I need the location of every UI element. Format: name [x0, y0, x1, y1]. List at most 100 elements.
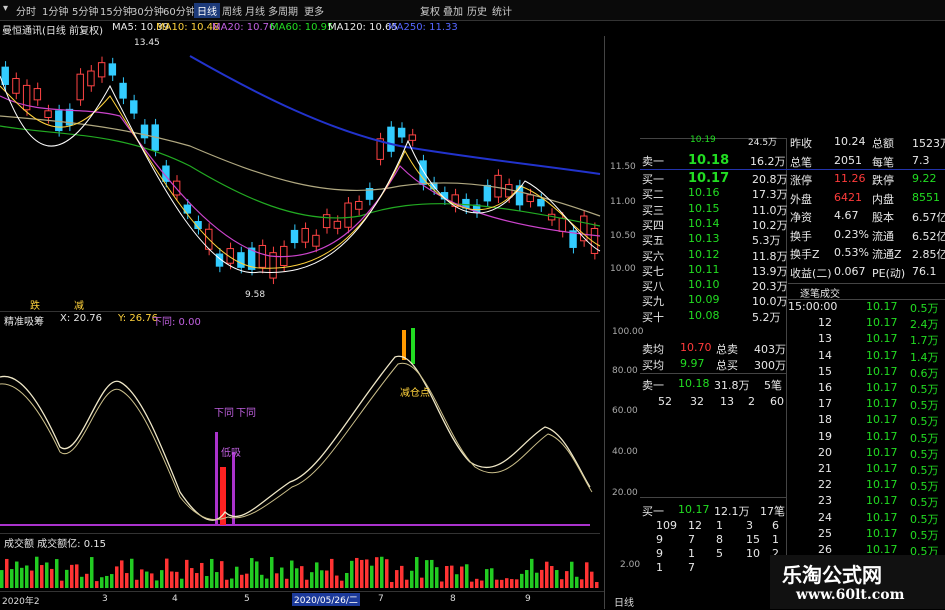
tick-header[interactable]: 逐笔成交: [788, 283, 945, 300]
volume-bar: [435, 567, 439, 588]
period-tab-60m[interactable]: 60分钟: [163, 3, 196, 18]
indicator-chart[interactable]: [0, 322, 605, 530]
watermark-title: 乐淘公式网: [782, 563, 882, 587]
volume-bar: [250, 558, 254, 588]
sell-1-row[interactable]: 卖一 10.18 16.2万: [640, 152, 786, 168]
period-tab-30m[interactable]: 30分钟: [131, 3, 164, 18]
volume-bar: [185, 559, 189, 588]
tick-row: 25 10.17 0.5万: [818, 526, 939, 542]
buy-row-10[interactable]: 买十 10.08 5.2万: [640, 308, 786, 324]
volume-bar: [80, 576, 84, 588]
volume-bar: [230, 578, 234, 588]
volume-bar: [460, 566, 464, 588]
volume-bar: [445, 565, 449, 588]
stock-title: 曼恒通讯(日线 前复权): [2, 26, 103, 37]
stat-row: 净资 4.67 股本 6.57亿: [790, 209, 945, 224]
volume-bar: [90, 557, 94, 588]
volume-bar: [330, 558, 334, 588]
volume-bar: [10, 569, 14, 588]
volume-bar: [210, 558, 214, 588]
volume-bar: [280, 567, 284, 588]
ma10-label: MA10: 10.48: [156, 22, 220, 33]
volume-chart[interactable]: [0, 548, 605, 588]
stat-row: 外盘 6421 内盘 8551: [790, 190, 940, 206]
volume-bar: [270, 556, 274, 588]
candle-body: [537, 198, 545, 207]
signal-reduce: 减: [74, 301, 84, 312]
volume-bar: [500, 579, 504, 588]
buy-row-2[interactable]: 买二 10.16 17.3万: [640, 185, 788, 201]
period-toolbar: ▾ 分时 1分钟 5分钟 15分钟 30分钟 60分钟 日线 周线 月线 多周期…: [0, 0, 945, 21]
candle-body: [558, 217, 567, 232]
volume-bar: [585, 562, 589, 588]
buy-row-4[interactable]: 买四 10.14 10.2万: [640, 216, 788, 232]
period-tab-daily[interactable]: 日线: [194, 3, 220, 18]
overlay-button[interactable]: 叠加: [443, 3, 463, 18]
volume-bar: [590, 571, 594, 588]
volume-bar: [415, 557, 419, 588]
buy-row-8[interactable]: 买八 10.10 20.3万: [640, 277, 788, 293]
candle-body: [505, 184, 513, 198]
volume-bar: [235, 566, 239, 588]
volume-bar: [45, 562, 49, 588]
candle-body: [526, 194, 534, 203]
volume-bar: [5, 558, 9, 588]
buy-row-5[interactable]: 买五 10.13 5.3万: [640, 231, 786, 247]
volume-bar: [520, 573, 524, 588]
history-button[interactable]: 历史: [467, 3, 487, 18]
buy-row-9[interactable]: 买九 10.09 10.0万: [640, 292, 788, 308]
price-kline-chart[interactable]: [0, 36, 605, 311]
tick-row: 15:00:00 10.17 0.5万: [788, 300, 939, 315]
buy-row-7[interactable]: 买七 10.11 13.9万: [640, 262, 788, 278]
buy-row-1[interactable]: 买一 10.17 20.8万: [640, 170, 788, 186]
period-tab-multi[interactable]: 多周期: [268, 3, 298, 18]
volume-bar: [425, 560, 429, 588]
sell1-queue: 52 32 13 2 60: [658, 395, 784, 408]
statistics-button[interactable]: 统计: [492, 3, 512, 18]
period-tab-fenshi[interactable]: 分时: [16, 3, 36, 18]
period-tab-more[interactable]: 更多: [304, 3, 324, 18]
period-tab-1m[interactable]: 1分钟: [42, 3, 68, 18]
volume-bar: [15, 561, 19, 588]
period-tab-5m[interactable]: 5分钟: [72, 3, 98, 18]
volume-bar: [350, 560, 354, 588]
date-cursor: 2020/05/26/二: [292, 593, 360, 606]
buy-row-6[interactable]: 买六 10.12 11.8万: [640, 247, 788, 263]
volume-bar: [335, 575, 339, 588]
volume-bar: [490, 568, 494, 588]
buy-row-3[interactable]: 买三 10.15 11.0万: [640, 201, 788, 217]
menu-icon[interactable]: ▾: [3, 3, 8, 14]
volume-bar: [555, 570, 559, 588]
volume-legend: 成交额 成交额亿: 0.15: [0, 533, 600, 550]
period-tab-weekly[interactable]: 周线: [222, 3, 242, 18]
volume-bar: [70, 564, 74, 588]
volume-bar: [220, 561, 224, 588]
volume-bar: [365, 559, 369, 588]
tick-row: 24 10.17 0.5万: [818, 510, 939, 526]
tick-row: 18 10.17 0.5万: [818, 413, 939, 429]
period-tab-15m[interactable]: 15分钟: [100, 3, 133, 18]
period-tab-monthly[interactable]: 月线: [245, 3, 265, 18]
volume-bar: [300, 566, 304, 588]
volume-bar: [255, 561, 259, 588]
volume-bar: [550, 566, 554, 588]
candle-body: [312, 234, 320, 247]
volume-bar: [180, 578, 184, 588]
candle-body: [76, 73, 84, 101]
tick-row: 17 10.17 0.5万: [818, 397, 939, 413]
date-5: 7: [378, 594, 384, 604]
candle-body: [397, 127, 406, 138]
volume-bar: [545, 561, 549, 588]
adjust-button[interactable]: 复权: [420, 3, 440, 18]
volume-bar: [465, 564, 469, 588]
volume-bar: [345, 572, 349, 588]
volume-bar: [120, 560, 124, 588]
volume-bar: [240, 574, 244, 588]
volume-bar: [110, 574, 114, 588]
candle-body: [33, 88, 42, 101]
quote-row-partial: 10.19 24.5万: [690, 135, 778, 148]
volume-bar: [515, 579, 519, 588]
indicator-label-down-1: 下同: [214, 408, 234, 419]
volume-bar: [530, 558, 534, 588]
volume-bar: [570, 561, 574, 588]
